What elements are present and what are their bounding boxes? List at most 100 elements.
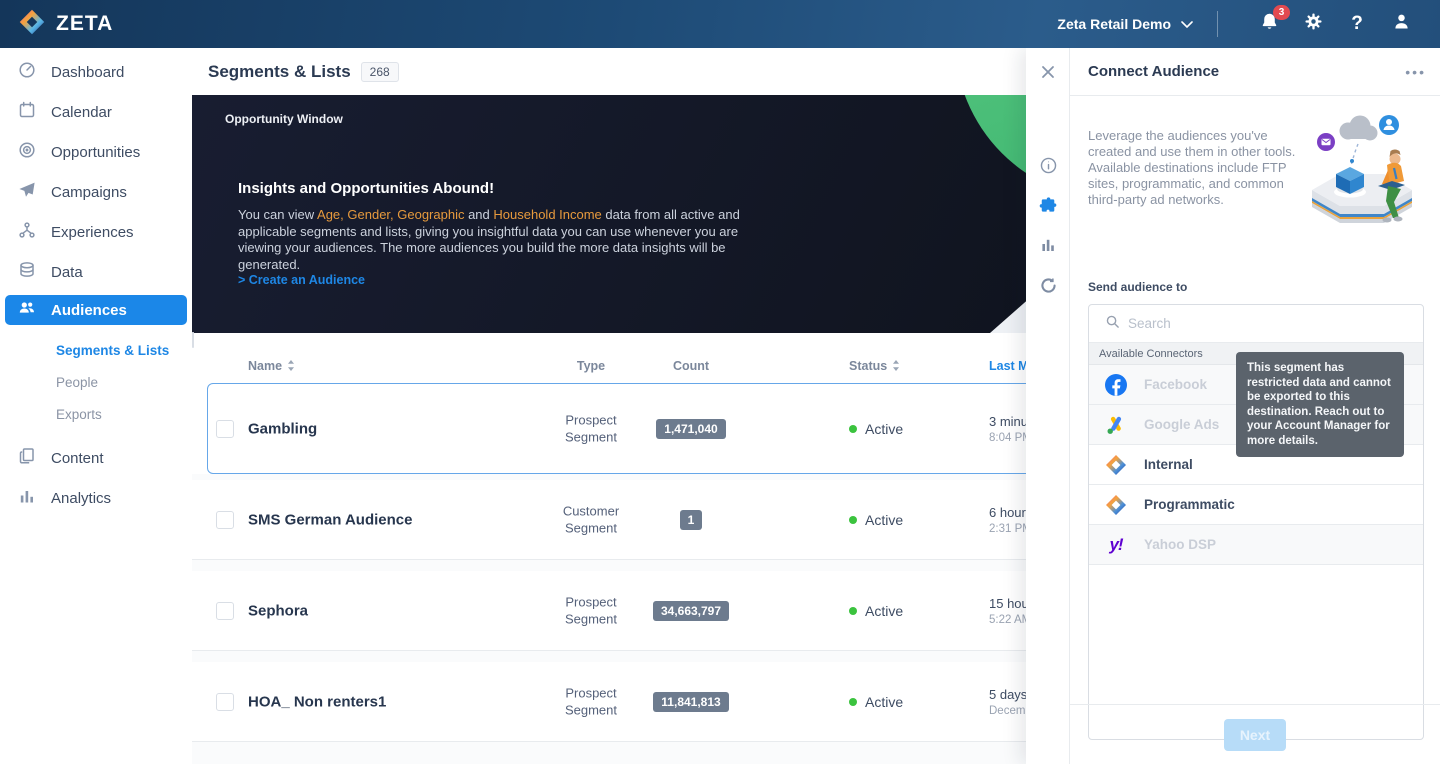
user-menu-button[interactable] <box>1384 7 1418 41</box>
settings-button[interactable] <box>1296 7 1330 41</box>
segment-type: Customer Segment <box>538 502 644 537</box>
gear-icon <box>1304 12 1323 36</box>
sidebar-subitem-people[interactable]: People <box>0 366 192 398</box>
account-name: Zeta Retail Demo <box>1057 16 1171 32</box>
connect-audience-illustration <box>1292 104 1432 259</box>
connector-label: Programmatic <box>1144 497 1235 512</box>
bar-chart-icon <box>18 487 36 510</box>
question-icon: ? <box>1351 13 1363 35</box>
segment-count-cell: 1,471,040 <box>641 419 741 439</box>
segment-name[interactable]: SMS German Audience <box>248 511 413 528</box>
next-button[interactable]: Next <box>1224 719 1286 751</box>
row-checkbox[interactable] <box>216 693 234 711</box>
notifications-button[interactable]: 3 <box>1252 7 1286 41</box>
row-checkbox[interactable] <box>216 511 234 529</box>
refresh-tab-icon[interactable] <box>1037 274 1059 296</box>
panel-title: Connect Audience <box>1088 63 1219 80</box>
highlight-income: Household Income <box>493 207 601 222</box>
segment-name[interactable]: Gambling <box>248 420 317 437</box>
connector-label: Internal <box>1144 457 1193 472</box>
sidebar-label: Campaigns <box>51 184 127 201</box>
zeta-logo[interactable]: ZETA <box>18 8 113 41</box>
segment-status: Active <box>849 694 903 710</box>
column-header-status[interactable]: Status <box>849 359 900 374</box>
sidebar-label: Content <box>51 450 104 467</box>
panel-header: Connect Audience ••• <box>1070 48 1440 96</box>
count-badge: 1 <box>680 510 703 530</box>
yahoo-icon: y! <box>1105 534 1127 556</box>
segment-modified: 15 hou5:22 AM <box>989 596 1031 626</box>
panel-rail <box>1026 48 1070 764</box>
notification-count-badge: 3 <box>1273 5 1290 20</box>
close-panel-button[interactable] <box>1037 61 1059 83</box>
sidebar-nav: Dashboard Calendar Opportunities <box>0 48 192 764</box>
more-options-icon[interactable]: ••• <box>1405 64 1426 80</box>
top-navbar: ZETA Zeta Retail Demo 3 <box>0 0 1440 48</box>
banner-body: You can view Age, Gender, Geographic and… <box>238 207 743 273</box>
segment-count-cell: 1 <box>641 510 741 530</box>
column-header-name[interactable]: Name <box>248 359 295 374</box>
connector-programmatic[interactable]: Programmatic <box>1089 485 1423 525</box>
highlight-demographics: Age, Gender, Geographic <box>317 207 464 222</box>
create-audience-link[interactable]: > Create an Audience <box>238 273 365 287</box>
status-dot <box>849 698 857 706</box>
sidebar-label: Audiences <box>51 302 127 319</box>
calendar-icon <box>18 101 36 124</box>
sort-icon <box>892 360 900 374</box>
sidebar-item-data[interactable]: Data <box>0 252 192 292</box>
zeta-diamond-icon <box>1105 494 1127 516</box>
status-dot <box>849 607 857 615</box>
sidebar-subitem-exports[interactable]: Exports <box>0 398 192 430</box>
row-checkbox[interactable] <box>216 602 234 620</box>
sidebar-item-audiences[interactable]: Audiences <box>5 295 187 325</box>
panel-description: Leverage the audiences you've created an… <box>1088 128 1302 208</box>
facebook-icon <box>1105 374 1127 396</box>
column-header-count[interactable]: Count <box>641 359 741 373</box>
segment-name[interactable]: HOA_ Non renters1 <box>248 693 386 710</box>
account-switcher[interactable]: Zeta Retail Demo <box>1057 16 1193 32</box>
sidebar-label: Experiences <box>51 224 134 241</box>
connectors-tab-icon[interactable] <box>1037 194 1059 216</box>
sidebar-item-calendar[interactable]: Calendar <box>0 92 192 132</box>
panel-footer: Next <box>1070 704 1440 764</box>
segment-type: Prospect Segment <box>538 684 644 719</box>
chevron-down-icon <box>1181 16 1193 32</box>
help-button[interactable]: ? <box>1340 7 1374 41</box>
select-all-checkbox[interactable] <box>192 332 194 348</box>
row-checkbox[interactable] <box>216 420 234 438</box>
page-title: Segments & Lists <box>208 62 351 82</box>
connector-label: Google Ads <box>1144 417 1219 432</box>
analytics-tab-icon[interactable] <box>1037 234 1059 256</box>
segment-status: Active <box>849 603 903 619</box>
sidebar-subitem-segments-lists[interactable]: Segments & Lists <box>0 334 192 366</box>
segment-count-cell: 34,663,797 <box>641 601 741 621</box>
status-dot <box>849 425 857 433</box>
brand-name: ZETA <box>56 12 113 36</box>
restricted-data-tooltip: This segment has restricted data and can… <box>1236 352 1404 457</box>
count-badge: 34,663,797 <box>653 601 729 621</box>
sidebar-item-opportunities[interactable]: Opportunities <box>0 132 192 172</box>
connector-yahoo-dsp: y! Yahoo DSP <box>1089 525 1423 565</box>
column-header-type[interactable]: Type <box>538 359 644 373</box>
sidebar-item-content[interactable]: Content <box>0 438 192 478</box>
sidebar-item-dashboard[interactable]: Dashboard <box>0 52 192 92</box>
pages-icon <box>18 447 36 470</box>
target-icon <box>18 141 36 164</box>
sidebar-label: Opportunities <box>51 144 140 161</box>
send-audience-to-label: Send audience to <box>1088 280 1187 294</box>
sidebar-item-analytics[interactable]: Analytics <box>0 478 192 518</box>
sidebar-item-campaigns[interactable]: Campaigns <box>0 172 192 212</box>
sidebar-item-experiences[interactable]: Experiences <box>0 212 192 252</box>
banner-heading: Insights and Opportunities Abound! <box>238 180 494 197</box>
search-input[interactable] <box>1128 316 1388 331</box>
user-icon <box>1392 12 1411 36</box>
panel-content: Connect Audience ••• Leverage the audien… <box>1070 48 1440 764</box>
banner-label: Opportunity Window <box>225 112 343 126</box>
info-tab-icon[interactable] <box>1037 154 1059 176</box>
connect-audience-panel: Connect Audience ••• Leverage the audien… <box>1026 48 1440 764</box>
sidebar-label: Calendar <box>51 104 112 121</box>
app-root: ZETA Zeta Retail Demo 3 <box>0 0 1440 764</box>
segment-name[interactable]: Sephora <box>248 602 308 619</box>
connector-label: Yahoo DSP <box>1144 537 1216 552</box>
dashboard-icon <box>18 61 36 84</box>
